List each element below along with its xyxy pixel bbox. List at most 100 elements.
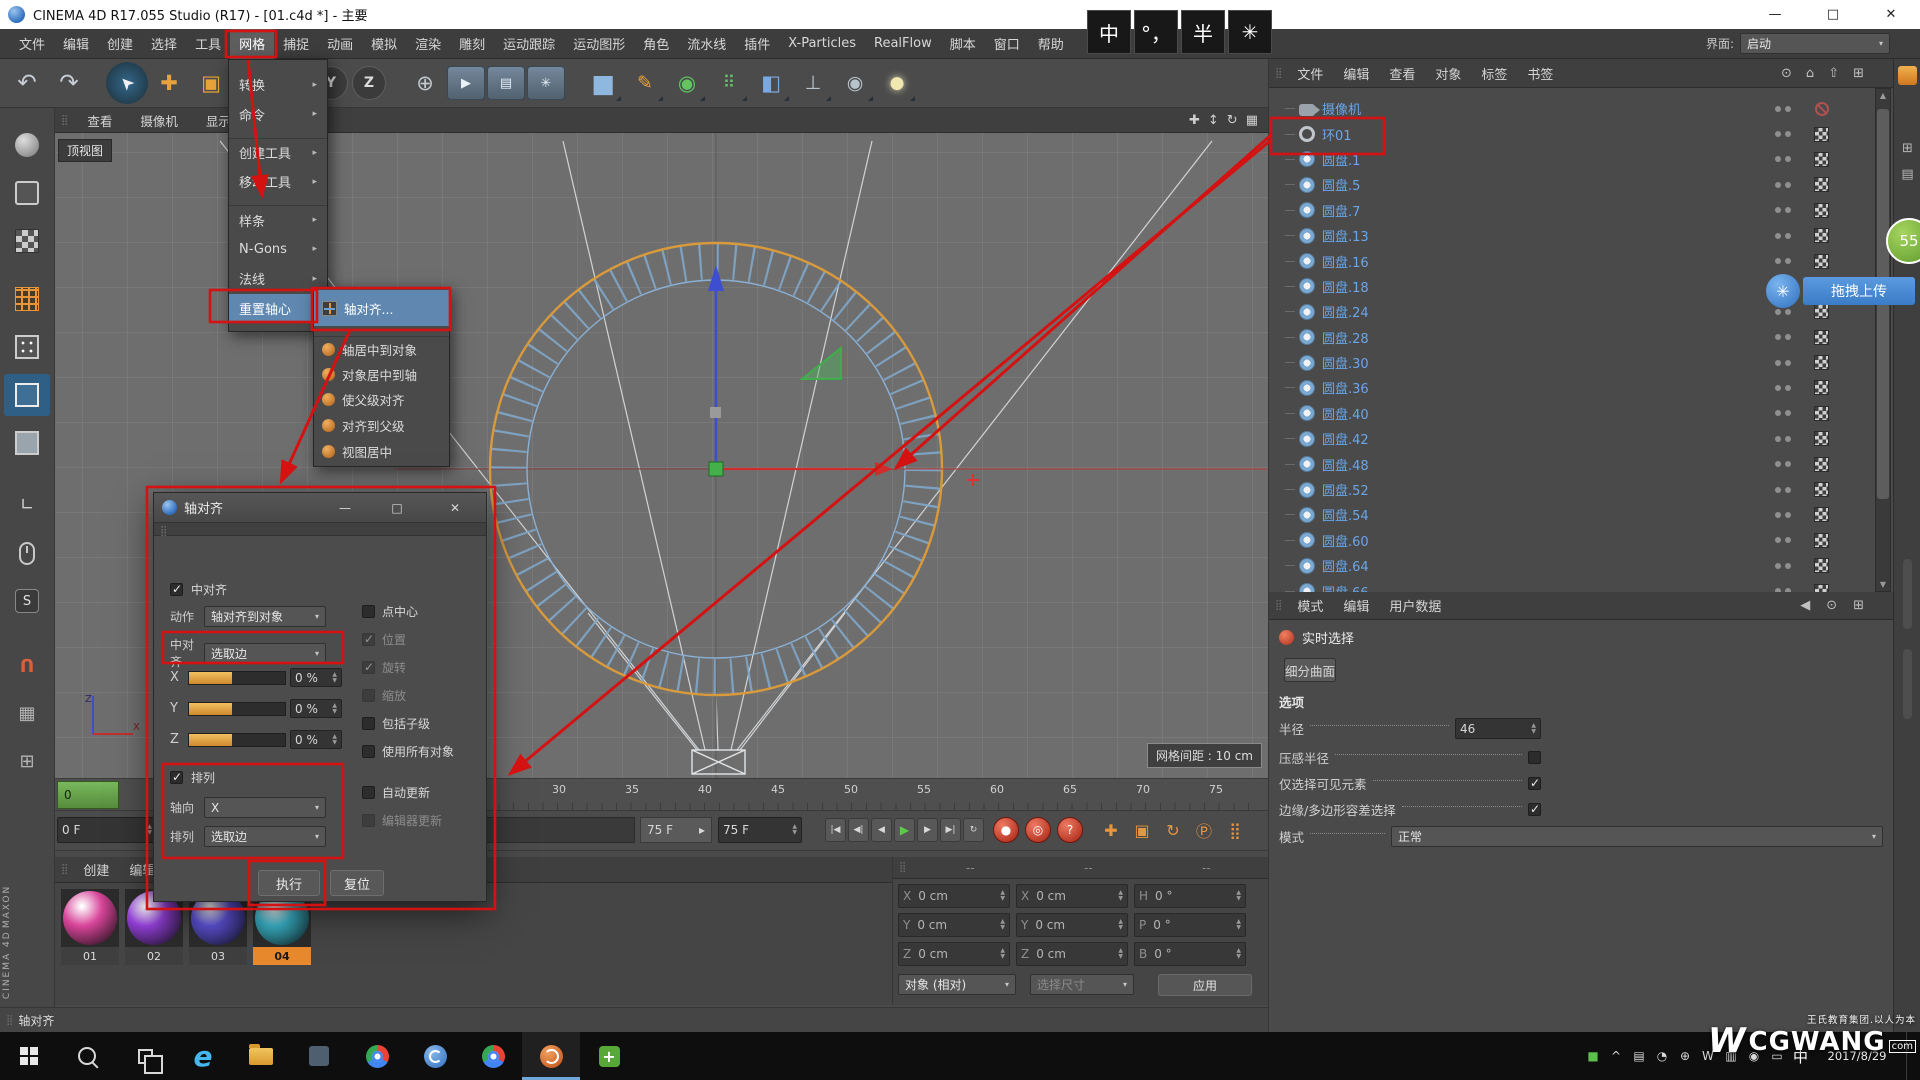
position-field[interactable]: Y0 cm▲▼ (898, 913, 1010, 937)
texture-tag-icon[interactable] (1814, 507, 1829, 522)
object-name[interactable]: 圆盘.42 (1322, 429, 1369, 448)
object-name[interactable]: 圆盘.60 (1322, 531, 1369, 550)
action-select[interactable]: 轴对齐到对象▾ (204, 606, 326, 627)
object-name[interactable]: 圆盘.66 (1322, 582, 1369, 592)
object-name[interactable]: 圆盘.18 (1322, 277, 1369, 296)
dock-tab[interactable] (1903, 559, 1912, 629)
record-position-button[interactable]: ✚ (1098, 817, 1124, 843)
object-manager-scrollbar[interactable]: ▲ ▼ (1875, 88, 1891, 592)
tray-icon[interactable]: ◉ (1747, 1049, 1761, 1063)
tray-icon[interactable]: ⊕ (1678, 1049, 1692, 1063)
maximize-button[interactable]: □ (1804, 0, 1862, 29)
object-name[interactable]: 圆盘.7 (1322, 201, 1360, 220)
option-checkbox[interactable] (362, 661, 375, 674)
submenu-item[interactable]: 对齐到父级 (314, 413, 449, 439)
upload-spinner-icon[interactable]: ✳ (1766, 274, 1800, 308)
attributes-menu-item[interactable]: 用户数据 (1379, 596, 1451, 615)
next-frame-button[interactable]: ▶ (917, 818, 938, 842)
mode-select[interactable]: 正常▾ (1391, 826, 1883, 847)
object-row[interactable]: 圆盘.30 (1269, 350, 1875, 375)
start-button[interactable] (0, 1032, 58, 1080)
viewport-menu-item[interactable]: 查看 (73, 111, 126, 130)
submenu-item[interactable]: 轴居中到对象 (314, 336, 449, 362)
object-manager-menu-item[interactable]: 标签 (1471, 64, 1517, 83)
menu-item[interactable]: 工具 (186, 29, 230, 59)
search-button[interactable] (58, 1032, 116, 1080)
axis-value-field[interactable]: 0 %▲▼ (290, 730, 342, 749)
menu-item[interactable]: 流水线 (678, 29, 735, 59)
menu-item[interactable]: 角色 (634, 29, 678, 59)
panel-grip-icon[interactable]: ⣿ (893, 862, 911, 873)
add-primitive-button[interactable]: ■ (582, 62, 624, 104)
object-row[interactable]: 圆盘.54 (1269, 502, 1875, 527)
axis-slider[interactable] (188, 702, 286, 716)
pin-icon[interactable]: ⊙ (1821, 598, 1842, 613)
object-name[interactable]: 圆盘.13 (1322, 226, 1369, 245)
object-name[interactable]: 环01 (1322, 125, 1352, 144)
menu-item[interactable]: 选择 (142, 29, 186, 59)
layout-icon[interactable]: ⊞ (1848, 66, 1869, 81)
axis-slider[interactable] (188, 671, 286, 685)
coordinate-system[interactable]: ⊕ (404, 62, 446, 104)
mesh-menu-item[interactable]: 转换▸ (229, 70, 327, 100)
axis-slider[interactable] (188, 733, 286, 747)
rotation-field[interactable]: P0 °▲▼ (1134, 913, 1246, 937)
mesh-menu-item[interactable]: N-Gons▸ (229, 235, 327, 265)
spline-pen-button[interactable]: ✎ (624, 62, 666, 104)
dialog-option[interactable]: 使用所有对象 (362, 737, 484, 765)
pressure-checkbox[interactable] (1528, 751, 1541, 764)
position-field[interactable]: Z0 cm▲▼ (898, 942, 1010, 966)
brush-tool-icon[interactable] (4, 124, 50, 166)
object-manager-menu-item[interactable]: 书签 (1517, 64, 1563, 83)
arrange-axis-select[interactable]: X▾ (204, 797, 326, 818)
object-name[interactable]: 圆盘.1 (1322, 150, 1360, 169)
undo-button[interactable]: ↶ (6, 62, 48, 104)
back-icon[interactable]: ◀ (1795, 598, 1815, 613)
mesh-menu-item[interactable]: 移动工具▸ (229, 167, 327, 197)
goto-end-button[interactable]: ▶| (940, 818, 961, 842)
deformer-button[interactable]: ◧ (750, 62, 792, 104)
object-name[interactable]: 圆盘.54 (1322, 505, 1369, 524)
texture-tag-icon[interactable] (1814, 482, 1829, 497)
texture-tag-icon[interactable] (1815, 102, 1829, 116)
timeline-playhead[interactable]: 0 (57, 781, 119, 809)
close-button[interactable]: ✕ (1862, 0, 1920, 29)
visibility-dots[interactable] (1771, 537, 1791, 543)
object-row[interactable]: 圆盘.60 (1269, 528, 1875, 553)
viewport-menu-item[interactable]: 摄像机 (126, 111, 192, 130)
size-field[interactable]: Z0 cm▲▼ (1016, 942, 1128, 966)
visibility-dots[interactable] (1771, 207, 1791, 213)
submenu-item[interactable]: 轴对齐... (314, 290, 449, 326)
object-name[interactable]: 圆盘.30 (1322, 353, 1369, 372)
submenu-item[interactable]: 使父级对齐 (314, 387, 449, 413)
visibility-dots[interactable] (1771, 334, 1791, 340)
dialog-minimize-button[interactable]: — (330, 493, 360, 523)
ime-lang-icon[interactable]: 中 (1087, 10, 1131, 54)
object-row[interactable]: 圆盘.52 (1269, 477, 1875, 502)
mouse-input-icon[interactable] (4, 532, 50, 574)
materials-menu-item[interactable]: 创建 (73, 860, 119, 879)
edges-mode-icon[interactable] (4, 374, 50, 416)
tray-icon[interactable]: ▥ (1724, 1049, 1738, 1063)
object-manager-menu-item[interactable]: 编辑 (1333, 64, 1379, 83)
quantize-grid-icon[interactable]: ⊞ (4, 740, 50, 782)
object-manager-menu-item[interactable]: 查看 (1379, 64, 1425, 83)
tray-app-icon[interactable]: ■ (1586, 1049, 1600, 1063)
subdivision-surface-button[interactable]: ◉ (666, 62, 708, 104)
play-button[interactable]: ▶ (894, 818, 915, 842)
attributes-menu-item[interactable]: 编辑 (1333, 596, 1379, 615)
panel-grip-icon[interactable]: ⣿ (55, 115, 73, 126)
range-end-grabber[interactable]: 75 F▸ (640, 817, 712, 843)
object-name[interactable]: 圆盘.16 (1322, 252, 1369, 271)
submenu-item[interactable]: 对象居中到轴 (314, 362, 449, 388)
axis-workplane-icon[interactable]: ∟ (4, 484, 50, 526)
texture-tag-icon[interactable] (1814, 228, 1829, 243)
visibility-dots[interactable] (1771, 106, 1791, 112)
tray-icon[interactable]: ◔ (1655, 1049, 1669, 1063)
texture-tag-icon[interactable] (1814, 406, 1829, 421)
visibility-dots[interactable] (1771, 410, 1791, 416)
c4d-active-icon[interactable] (522, 1032, 580, 1080)
object-name[interactable]: 圆盘.5 (1322, 175, 1360, 194)
object-row[interactable]: 圆盘.7 (1269, 198, 1875, 223)
axis-value-field[interactable]: 0 %▲▼ (290, 699, 342, 718)
